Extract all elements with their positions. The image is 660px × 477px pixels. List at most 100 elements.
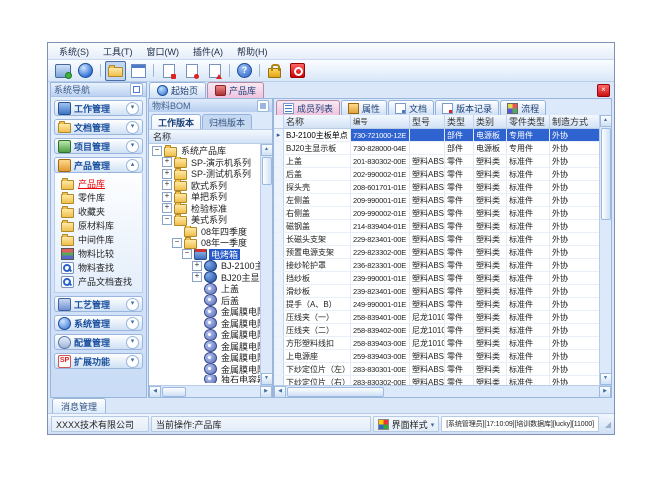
sidebar-group[interactable]: 项目管理 (54, 138, 143, 154)
member-tab[interactable]: 流程 (500, 100, 546, 115)
tree-horizontal-scrollbar[interactable] (149, 385, 272, 397)
bom-panel-menu-icon[interactable] (257, 100, 269, 112)
tree-expander[interactable]: + (162, 203, 172, 213)
ui-style-button[interactable]: 界面样式 (373, 416, 440, 432)
sidebar-group[interactable]: 文档管理 (54, 119, 143, 135)
exit-button[interactable] (287, 61, 308, 81)
tree-node[interactable]: 上盖 (149, 283, 260, 295)
scrollbar-thumb[interactable] (162, 387, 186, 397)
tree-node[interactable]: 后盖 (149, 295, 260, 307)
scrollbar-thumb[interactable] (287, 387, 384, 397)
document-tab[interactable]: 起始页 (149, 82, 206, 98)
tree-node[interactable]: 独石电容器 (149, 375, 260, 383)
tree-node[interactable]: 金属膜电阻器 (149, 329, 260, 341)
menu-item[interactable]: 工具(T) (96, 43, 140, 60)
tree-node[interactable]: 金属膜电阻器 (149, 364, 260, 376)
column-header[interactable]: 类型 (445, 115, 474, 128)
column-header[interactable]: 编号 (351, 115, 410, 128)
message-management-tab[interactable]: 消息管理 (52, 398, 106, 414)
scroll-down-icon[interactable] (261, 373, 273, 385)
scrollbar-thumb[interactable] (262, 157, 272, 185)
scroll-down-icon[interactable] (600, 373, 612, 385)
doc-checkout-button[interactable] (181, 61, 202, 81)
sidebar-group[interactable]: 配置管理 (54, 334, 143, 350)
tree-node[interactable]: 金属膜电阻器 (149, 306, 260, 318)
scroll-right-icon[interactable] (260, 386, 272, 398)
member-tab[interactable]: 文档 (388, 100, 434, 115)
menu-item[interactable]: 窗口(W) (140, 43, 187, 60)
toolbar-button[interactable] (229, 64, 230, 77)
table-row[interactable]: 探头壳 208-601701-01E 塑料ABS 零件 塑料类 标准件 外协 条 (274, 181, 599, 194)
help-button[interactable] (234, 61, 255, 81)
sidebar-item[interactable]: 产品库 (61, 177, 142, 190)
table-row[interactable]: 压线夹（二） 258-839402-00E 尼龙1010 零件 塑料类 标准件 … (274, 324, 599, 337)
chevron-down-icon[interactable] (126, 317, 139, 330)
tree-node[interactable]: − 美式系列 (149, 214, 260, 226)
tree-expander[interactable]: − (162, 215, 172, 225)
tree-node[interactable]: 金属膜电阻器 (149, 352, 260, 364)
chevron-down-icon[interactable] (126, 121, 139, 134)
table-row[interactable]: 下纱定位片（左） 283-830301-00E 塑料ABS 零件 塑料类 标准件… (274, 363, 599, 376)
toolbar-button[interactable] (100, 64, 101, 77)
tree-expander[interactable]: − (172, 238, 182, 248)
table-row[interactable]: 提手（A、B） 249-990001-01E 塑料ABS 零件 塑料类 标准件 … (274, 298, 599, 311)
tree-node[interactable]: + SP-演示机系列 (149, 157, 260, 169)
sidebar-item[interactable]: 原材料库 (61, 219, 142, 232)
table-row[interactable]: 磁钢盖 214-839404-01E 塑料ABS 零件 塑料类 标准件 外协 条 (274, 220, 599, 233)
sidebar-group[interactable]: 工艺管理 (54, 296, 143, 312)
toolbar-button[interactable] (259, 64, 260, 77)
panel-options-icon[interactable] (130, 83, 143, 96)
table-row[interactable]: 挡纱板 239-990001-01E 塑料ABS 零件 塑料类 标准件 外协 条 (274, 272, 599, 285)
member-tab[interactable]: 属性 (341, 100, 387, 115)
tree-node[interactable]: 金属膜电阻器 (149, 318, 260, 330)
table-vertical-scrollbar[interactable] (599, 115, 611, 385)
member-tab[interactable]: 成员列表 (276, 100, 340, 115)
scroll-right-icon[interactable] (599, 386, 611, 398)
column-header[interactable]: 类别 (474, 115, 507, 128)
tree-node[interactable]: + BJ20主显示板 (149, 272, 260, 284)
doc-new-button[interactable] (158, 61, 179, 81)
tree-expander[interactable]: − (182, 249, 192, 259)
product-library-button[interactable] (105, 61, 126, 81)
table-horizontal-scrollbar[interactable] (274, 385, 611, 397)
menu-item[interactable]: 帮助(H) (230, 43, 275, 60)
table-row[interactable]: 下纱定位片（右） 283-830302-00E 塑料ABS 零件 塑料类 标准件… (274, 376, 599, 385)
scroll-up-icon[interactable] (600, 115, 612, 127)
sidebar-item[interactable]: 物料查找 (61, 261, 142, 274)
table-row[interactable]: 上电源座 259-839403-00E 塑料ABS 零件 塑料类 标准件 外协 … (274, 350, 599, 363)
table-row[interactable]: 长磁头支架 229-823401-00E 塑料ABS 零件 塑料类 标准件 外协… (274, 233, 599, 246)
sidebar-group[interactable]: 扩展功能 (54, 353, 143, 369)
sidebar-group[interactable]: 系统管理 (54, 315, 143, 331)
scroll-left-icon[interactable] (149, 386, 161, 398)
column-header[interactable]: 名称 (284, 115, 351, 128)
chevron-down-icon[interactable] (126, 336, 139, 349)
doc-refresh-button[interactable] (204, 61, 225, 81)
tree-expander[interactable]: + (162, 157, 172, 167)
publish-button[interactable] (52, 61, 73, 81)
lock-button[interactable] (264, 61, 285, 81)
chevron-up-icon[interactable] (126, 159, 139, 172)
sidebar-group-header[interactable]: 产品管理 (54, 157, 143, 173)
tree-expander[interactable]: + (162, 192, 172, 202)
table-row[interactable]: 压线夹（一） 258-839401-00E 尼龙1010 零件 塑料类 标准件 … (274, 311, 599, 324)
close-tab-button[interactable] (597, 84, 610, 97)
document-tab[interactable]: 产品库 (207, 82, 264, 98)
tree-expander[interactable]: + (192, 261, 202, 271)
tree-node[interactable]: 08年四季度 (149, 226, 260, 238)
sidebar-item[interactable]: 收藏夹 (61, 205, 142, 218)
tree-node[interactable]: + 欧式系列 (149, 180, 260, 192)
resize-grip[interactable] (601, 420, 611, 429)
sidebar-item[interactable]: 零件库 (61, 191, 142, 204)
tree-expander[interactable]: + (162, 169, 172, 179)
sidebar-group[interactable]: 工作管理 (54, 100, 143, 116)
tree-node[interactable]: − 08年一季度 (149, 237, 260, 249)
menu-item[interactable]: 插件(A) (186, 43, 230, 60)
chevron-down-icon[interactable] (126, 102, 139, 115)
table-row[interactable]: 方形塑料线扣 258-839403-00E 尼龙1010 零件 塑料类 标准件 … (274, 337, 599, 350)
table-row[interactable]: 接纱轮护罩 236-823301-00E 塑料ABS 零件 塑料类 标准件 外协… (274, 259, 599, 272)
member-tab[interactable]: 版本记录 (435, 100, 499, 115)
table-row[interactable]: BJ20主显示板 730-828000-04E 部件 电源板 专用件 外协 颗 (274, 142, 599, 155)
window-list-button[interactable] (128, 61, 149, 81)
sidebar-item[interactable]: 中间件库 (61, 233, 142, 246)
chevron-down-icon[interactable] (126, 355, 139, 368)
